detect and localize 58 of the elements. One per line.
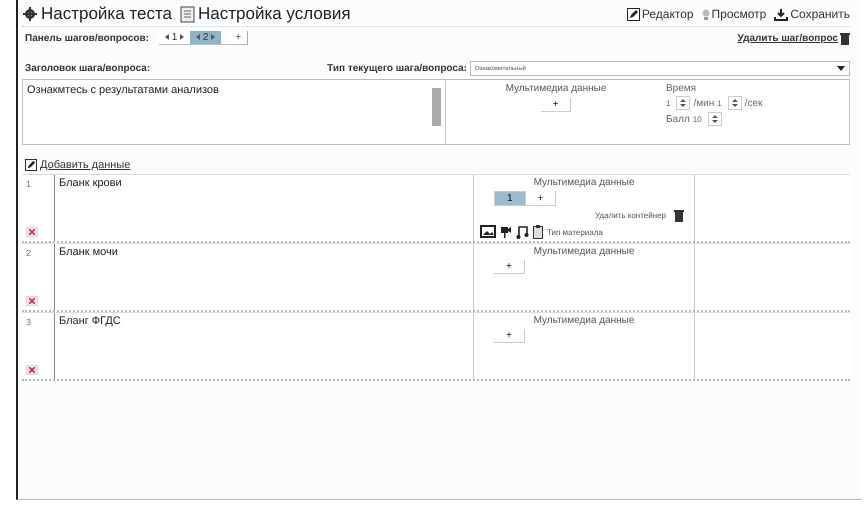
right-arrow-icon[interactable]	[180, 34, 184, 40]
music-note-icon[interactable]	[516, 225, 529, 239]
download-icon	[774, 8, 788, 20]
trash-icon	[840, 32, 850, 44]
delete-item-button[interactable]	[26, 365, 38, 375]
step-title-field[interactable]: Ознакмтесь с результатами анализов	[23, 80, 446, 144]
step-tab[interactable]: 2	[190, 31, 222, 44]
toolbar-link[interactable]: Сохранить	[774, 7, 850, 21]
item-number: 3	[26, 317, 32, 327]
picture-frame-icon[interactable]	[480, 225, 496, 239]
media-tab[interactable]: 1	[494, 191, 526, 206]
item-text-field[interactable]: Бланк мочи	[54, 244, 473, 310]
delete-item-button[interactable]	[26, 227, 38, 237]
add-media-button[interactable]: +	[526, 191, 556, 206]
add-step-button[interactable]: +	[229, 31, 248, 44]
multimedia-heading: Мультимедиа данные	[534, 246, 634, 257]
delete-container-label: Удалить контейнер	[594, 211, 666, 220]
steps-panel-label: Панель шагов/вопросов:	[25, 32, 149, 44]
gear-icon	[22, 6, 38, 22]
minutes-spinner[interactable]: 1	[666, 96, 690, 110]
item-text-field[interactable]: Бланк крови	[54, 175, 473, 241]
left-arrow-icon[interactable]	[196, 34, 200, 40]
right-arrow-icon[interactable]	[211, 34, 216, 40]
minutes-unit: /мин	[693, 98, 714, 108]
toolbar-link[interactable]: Просмотр	[702, 7, 766, 21]
item-number: 1	[26, 179, 32, 189]
step-tab[interactable]: 1	[159, 31, 190, 44]
multimedia-heading: Мультимедиа данные	[534, 315, 634, 326]
film-camera-icon[interactable]	[500, 225, 512, 239]
caret-icon	[837, 66, 845, 71]
multimedia-heading: Мультимедиа данные	[534, 177, 634, 188]
add-data-link[interactable]: Добавить данные	[40, 159, 130, 171]
item-number: 2	[26, 248, 32, 258]
add-media-button[interactable]: +	[494, 329, 525, 343]
step-title-label: Заголовок шага/вопроса:	[25, 63, 150, 74]
nav-link[interactable]: Настройка условия	[180, 4, 351, 24]
bulb-icon	[702, 8, 710, 20]
material-type-label: Тип материала	[547, 228, 603, 236]
seconds-unit: /сек	[744, 98, 762, 108]
item-text-field[interactable]: Бланг ФГДС	[54, 313, 473, 379]
trash-icon[interactable]	[674, 209, 684, 222]
seconds-spinner[interactable]: 1	[717, 96, 742, 110]
nav-link[interactable]: Настройка теста	[22, 4, 172, 24]
pencil-icon	[626, 8, 640, 20]
multimedia-heading: Мультимедиа данные	[506, 83, 606, 94]
clipboard-icon[interactable]	[533, 225, 543, 239]
add-media-button[interactable]: +	[540, 98, 572, 112]
score-spinner[interactable]: 10	[692, 112, 722, 126]
left-arrow-icon[interactable]	[165, 34, 169, 40]
step-type-label: Тип текущего шага/вопроса:	[327, 63, 467, 74]
pencil-icon	[25, 159, 37, 171]
delete-step-link[interactable]: Удалить шаг/вопрос	[738, 32, 838, 44]
toolbar-link[interactable]: Редактор	[626, 7, 694, 21]
delete-item-button[interactable]	[26, 296, 38, 306]
add-media-button[interactable]: +	[494, 260, 525, 274]
document-icon	[180, 6, 196, 22]
time-label: Время	[666, 83, 698, 94]
score-label: Балл	[666, 114, 690, 124]
